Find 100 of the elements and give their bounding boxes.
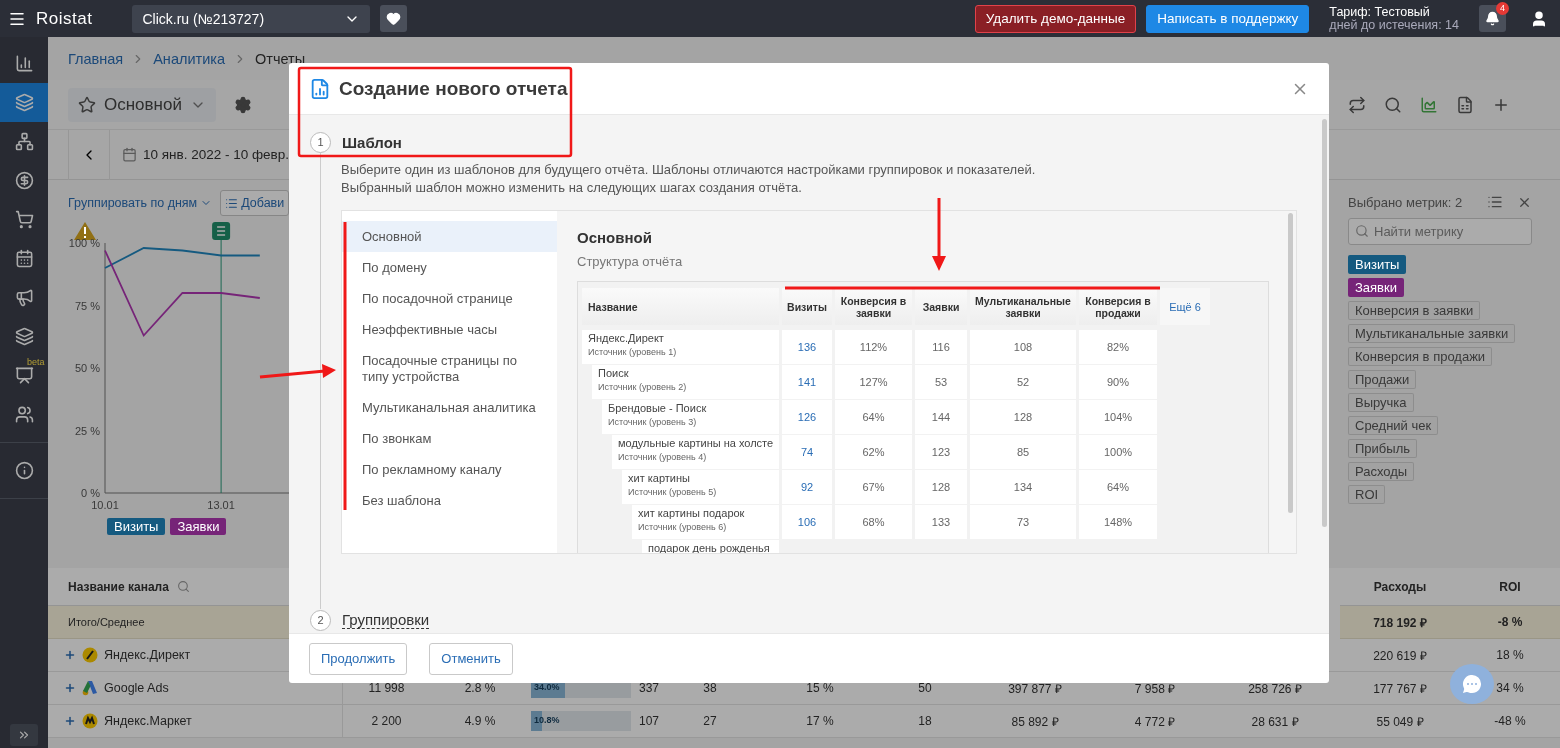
table-cell: 106 — [782, 505, 832, 539]
settings-icon[interactable] — [233, 95, 252, 114]
metric-tag[interactable]: Конверсия в продажи — [1348, 347, 1493, 366]
source-level: Источник (уровень 6) — [638, 522, 728, 532]
project-select[interactable]: Click.ru (№213727) — [132, 4, 371, 33]
template-item[interactable]: Посадочные страницы по типу устройства — [342, 345, 557, 392]
metric-tag[interactable]: Расходы — [1348, 462, 1415, 481]
table-cell: 67% — [835, 470, 912, 504]
dialog-button[interactable]: Продолжить — [309, 642, 408, 675]
table-cell: 64% — [835, 400, 912, 434]
template-item[interactable]: Без шаблона — [342, 485, 557, 516]
table-cell: 92 — [782, 470, 832, 504]
metric-tag[interactable]: Прибыль — [1348, 439, 1417, 458]
progress-label: 34.0% — [534, 682, 560, 692]
metric-tag[interactable]: Мультиканальные заявки — [1348, 324, 1516, 343]
template-item[interactable]: По рекламному каналу — [342, 454, 557, 485]
brand-logo[interactable]: Roistat — [36, 8, 93, 29]
source-level: Источник (уровень 1) — [588, 347, 678, 357]
expand-icon[interactable] — [64, 715, 76, 727]
list-icon[interactable] — [1487, 194, 1503, 210]
channel-name: Яндекс.Маркет — [104, 714, 192, 728]
table-cell: 123 — [915, 435, 967, 469]
info-icon — [14, 461, 34, 480]
column-header: Визиты — [782, 288, 832, 325]
table-cell: 82% — [1079, 330, 1157, 364]
column-header: Название канала — [68, 579, 169, 594]
spreadsheet-icon[interactable] — [1456, 95, 1474, 114]
template-item[interactable]: Основной — [342, 221, 557, 252]
metric-search-field[interactable]: Найти метрику — [1348, 218, 1532, 245]
star-icon — [78, 95, 96, 114]
table-cell: 85 — [970, 435, 1076, 469]
table-cell: 108 — [970, 330, 1076, 364]
layers-icon — [14, 93, 34, 112]
column-header: Мультиканальные заявки — [970, 288, 1076, 325]
report-select[interactable]: Основной — [68, 87, 216, 122]
channel-name: Яндекс.Директ — [104, 648, 191, 662]
breadcrumb-link[interactable]: Главная — [68, 50, 124, 67]
presentation-icon — [14, 366, 34, 385]
source-level: Источник (уровень 2) — [598, 382, 688, 392]
table-cell: 141 — [782, 365, 832, 399]
sidebar-item[interactable] — [0, 83, 48, 122]
warning-icon — [74, 222, 96, 240]
layers-icon — [14, 327, 34, 346]
action-button[interactable]: Удалить демо-данные — [974, 4, 1137, 33]
expand-button[interactable] — [10, 724, 38, 746]
y-tick-label: 25 % — [74, 424, 100, 437]
users-icon — [14, 405, 34, 424]
search-icon[interactable] — [1384, 95, 1402, 114]
step-title[interactable]: Шаблон — [342, 133, 402, 151]
table-cell: 133 — [915, 505, 967, 539]
legend-item[interactable]: Заявки — [170, 518, 227, 535]
user-icon[interactable] — [1530, 9, 1548, 28]
table-cell: 64% — [1079, 470, 1157, 504]
chevrons-right-icon — [17, 728, 31, 742]
template-item[interactable]: По посадочной странице — [342, 283, 557, 314]
metric-tag[interactable]: Выручка — [1348, 393, 1414, 412]
scrollbar-thumb[interactable] — [1288, 213, 1293, 513]
source-name: Поиск — [598, 367, 630, 379]
notifications-button[interactable]: 4 — [1479, 5, 1506, 32]
action-button[interactable]: Написать в поддержку — [1146, 4, 1310, 33]
bell-icon — [1485, 11, 1500, 26]
preview-subtitle: Структура отчёта — [577, 254, 684, 269]
swap-icon[interactable] — [1348, 95, 1366, 114]
template-item[interactable]: Неэффективные часы — [342, 314, 557, 345]
total-cell: -8 % — [1460, 606, 1560, 639]
legend-item[interactable]: Визиты — [107, 518, 166, 535]
metric-tag[interactable]: Визиты — [1348, 255, 1407, 274]
heart-button[interactable] — [380, 5, 408, 32]
cell-value: 337 — [639, 681, 659, 695]
add-metric-button[interactable]: Добави — [220, 190, 290, 216]
breadcrumb-link[interactable]: Аналитика — [153, 50, 225, 67]
metric-tag[interactable]: ROI — [1348, 485, 1386, 504]
sidebar-item[interactable]: beta — [0, 356, 48, 395]
more-columns-link[interactable]: Ещё 6 — [1160, 288, 1210, 325]
column-header: Конверсия в заявки — [835, 288, 912, 325]
metric-tag[interactable]: Продажи — [1348, 370, 1417, 389]
date-range[interactable]: 10 янв. 2022 - 10 февр. — [143, 147, 290, 162]
expand-icon[interactable] — [64, 682, 76, 694]
template-item[interactable]: Мультиканальная аналитика — [342, 392, 557, 423]
source-name: хит картины — [628, 472, 691, 484]
template-item[interactable]: По звонкам — [342, 423, 557, 454]
table-cell: 74 — [782, 435, 832, 469]
metric-tag[interactable]: Конверсия в заявки — [1348, 301, 1481, 320]
step-title[interactable]: Группировки — [342, 611, 430, 629]
notification-count: 4 — [1496, 2, 1509, 15]
scrollbar-thumb[interactable] — [1322, 119, 1327, 527]
analytics-icon — [14, 54, 34, 73]
current-page-label: Отчеты — [255, 50, 306, 67]
metric-tag[interactable]: Заявки — [1348, 278, 1404, 297]
preview-title: Основной — [577, 229, 653, 246]
metric-tag[interactable]: Средний чек — [1348, 416, 1439, 435]
table-cell: 73 — [970, 505, 1076, 539]
table-cell: 116 — [915, 330, 967, 364]
table-cell: 53 — [915, 365, 967, 399]
dialog-button[interactable]: Отменить — [429, 642, 513, 675]
template-item[interactable]: По домену — [342, 252, 557, 283]
group-by-link[interactable]: Группировать по дням — [68, 196, 213, 210]
column-header: Заявки — [915, 288, 967, 325]
table-cell: 112% — [835, 330, 912, 364]
expand-icon[interactable] — [64, 649, 76, 661]
